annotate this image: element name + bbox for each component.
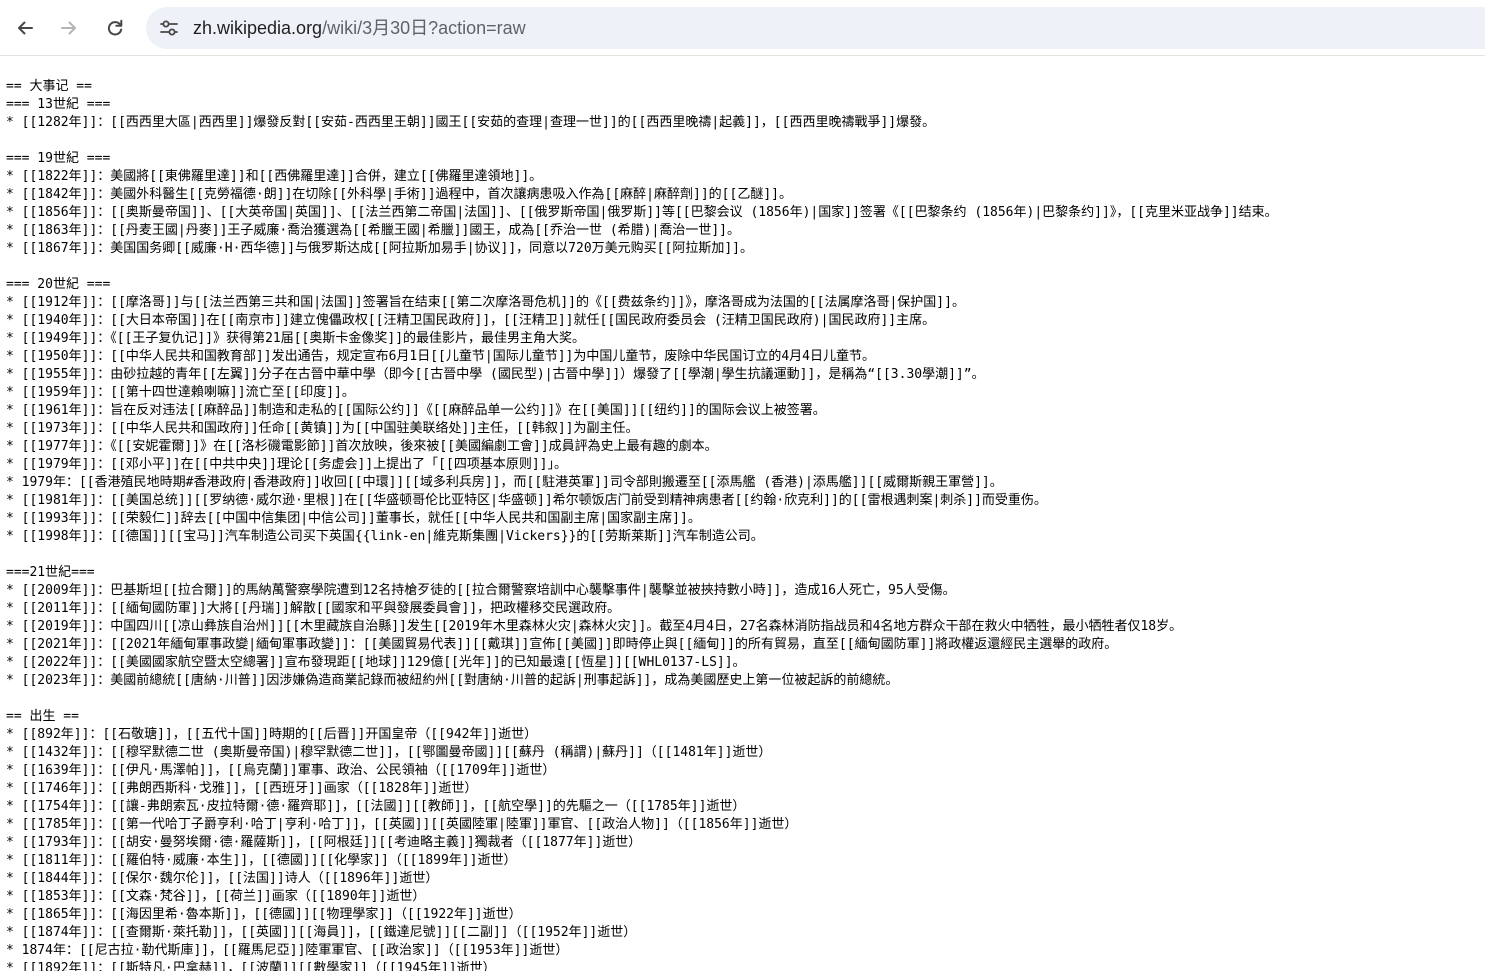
- wikitext-line: * [[1842年]]：美國外科醫生[[克勞福德·朗]]在切除[[外科學|手術]…: [6, 187, 792, 202]
- wikitext-line: === 20世紀 ===: [6, 277, 111, 292]
- wikitext-line: * [[1874年]]：[[查爾斯·萊托勒]]，[[英國]][[海員]]，[[鐵…: [6, 925, 637, 940]
- wikitext-line: * 1979年：[[香港殖民地時期#香港政府|香港政府]]收回[[中環]][[域…: [6, 475, 1003, 490]
- tune-icon[interactable]: [158, 18, 180, 38]
- wikitext-line: * 1874年：[[尼古拉·勒代斯庫]]，[[羅馬尼亞]]陸軍軍官、[[政治家]…: [6, 943, 569, 958]
- wikitext-line: * [[1853年]]：[[文森·梵谷]]，[[荷兰]]画家（[[1890年]]…: [6, 889, 426, 904]
- wikitext-line: * [[1793年]]：[[胡安·曼努埃爾·德·羅薩斯]]，[[阿根廷]][[考…: [6, 835, 642, 850]
- raw-wikitext: == 大事记 == === 13世紀 === * [[1282年]]：[[西西里大區…: [6, 78, 1485, 971]
- arrow-left-icon: [15, 18, 35, 38]
- reload-icon: [105, 18, 125, 38]
- forward-button[interactable]: [51, 8, 87, 48]
- address-bar[interactable]: zh.wikipedia.org/wiki/3月30日?action=raw: [146, 7, 1485, 49]
- wikitext-line: * [[2019年]]：中国四川[[凉山彝族自治州]][[木里藏族自治縣]]发生…: [6, 619, 1183, 634]
- wikitext-line: [6, 258, 1485, 276]
- url-host: zh.wikipedia.org: [193, 18, 323, 38]
- wikitext-line: * [[1892年]]：[[斯特凡·巴拿赫]]，[[波蘭]][[數學家]]（[[…: [6, 961, 496, 971]
- wikitext-line: [6, 690, 1485, 708]
- wikitext-line: * [[1746年]]：[[弗朗西斯科·戈雅]]，[[西班牙]]画家（[[182…: [6, 781, 478, 796]
- wikitext-line: * [[2022年]]：[[美國國家航空暨太空總署]]宣布發現距[[地球]]12…: [6, 655, 746, 670]
- wikitext-line: * [[1981年]]：[[美国总统]][[罗纳德·威尔逊·里根]]在[[华盛顿…: [6, 493, 1047, 508]
- wikitext-line: * [[2023年]]：美國前總統[[唐納·川普]]因涉嫌偽造商業記錄而被紐約州…: [6, 673, 899, 688]
- wikitext-line: * [[1865年]]：[[海因里希·魯本斯]]，[[德國]][[物理學家]]（…: [6, 907, 522, 922]
- wikitext-line: * [[1912年]]：[[摩洛哥]]与[[法兰西第三共和国|法国]]签署旨在结…: [6, 295, 965, 310]
- wikitext-line: === 19世紀 ===: [6, 151, 111, 166]
- reload-button[interactable]: [97, 8, 133, 48]
- wikitext-line: [6, 132, 1485, 150]
- wikitext-line: * [[1940年]]：[[大日本帝国]]在[[南京市]]建立傀儡政权[[汪精卫…: [6, 313, 936, 328]
- url-text[interactable]: zh.wikipedia.org/wiki/3月30日?action=raw: [193, 16, 526, 40]
- arrow-right-icon: [59, 18, 79, 38]
- url-path: /wiki/3月30日?action=raw: [322, 18, 526, 38]
- wikitext-line: * [[1822年]]：美國將[[東佛羅里達]]和[[西佛羅里達]]合併，建立[…: [6, 169, 543, 184]
- back-button[interactable]: [7, 8, 43, 48]
- wikitext-line: * [[1959年]]：[[第十四世達賴喇嘛]]流亡至[[印度]]。: [6, 385, 355, 400]
- wikitext-line: * [[2009年]]：巴基斯坦[[拉合爾]]的馬納萬警察學院遭到12名持槍歹徒…: [6, 583, 956, 598]
- raw-page-content: == 大事记 == === 13世紀 === * [[1282年]]：[[西西里大區…: [6, 78, 1485, 971]
- wikitext-line: ===21世紀===: [6, 565, 95, 580]
- wikitext-line: * [[1867年]]：美国国务卿[[威廉·H·西华德]]与俄罗斯达成[[阿拉斯…: [6, 241, 753, 256]
- wikitext-line: * [[1955年]]：由砂拉越的青年[[左翼]]分子在古晉中華中學（即今[[古…: [6, 367, 985, 382]
- wikitext-line: * [[1973年]]：[[中华人民共和国政府]]任命[[黄镇]]为[[中国驻美…: [6, 421, 639, 436]
- wikitext-line: * [[1977年]]：《[[安妮霍爾]]》在[[洛杉磯電影節]]首次放映，後來…: [6, 439, 718, 454]
- wikitext-line: [6, 546, 1485, 564]
- wikitext-line: * [[1754年]]：[[讓-弗朗索瓦·皮拉特爾·德·羅齊耶]]，[[法國]]…: [6, 799, 746, 814]
- wikitext-line: * [[1863年]]：[[丹麦王國|丹麥]]王子威廉·喬治獲選為[[希臘王國|…: [6, 223, 740, 238]
- wikitext-line: * [[1639年]]：[[伊凡·馬澤帕]]，[[烏克蘭]]軍事、政治、公民領袖…: [6, 763, 556, 778]
- wikitext-line: * [[1811年]]：[[羅伯特·威廉·本生]]，[[德國]][[化學家]]（…: [6, 853, 517, 868]
- wikitext-line: * [[1282年]]：[[西西里大區|西西里]]爆發反對[[安茹-西西里王朝]…: [6, 115, 936, 130]
- wikitext-line: * [[1949年]]：《[[王子复仇记]]》获得第21届[[奥斯卡金像奖]]的…: [6, 331, 586, 346]
- wikitext-line: * [[1785年]]：[[第一代哈丁子爵亨利·哈丁|亨利·哈丁]]，[[英國]…: [6, 817, 798, 832]
- browser-toolbar: zh.wikipedia.org/wiki/3月30日?action=raw: [0, 0, 1485, 56]
- wikitext-line: * [[1856年]]：[[奥斯曼帝国]]、[[大英帝国|英国]]、[[法兰西第…: [6, 205, 1278, 220]
- wikitext-line: * [[1961年]]：旨在反对违法[[麻醉品]]制造和走私的[[国际公约]]《…: [6, 403, 826, 418]
- wikitext-line: === 13世紀 ===: [6, 97, 111, 112]
- wikitext-line: == 大事记 ==: [6, 79, 92, 94]
- wikitext-line: * [[1432年]]：[[穆罕默德二世 (奥斯曼帝国)|穆罕默德二世]]，[[…: [6, 745, 772, 760]
- wikitext-line: * [[1979年]]：[[邓小平]]在[[中共中央]]理论[[务虚会]]上提出…: [6, 457, 567, 472]
- wikitext-line: * [[1844年]]：[[保尔·魏尔伦]]，[[法国]]诗人（[[1896年]…: [6, 871, 439, 886]
- wikitext-line: * [[1998年]]：[[德国]][[宝马]]汽车制造公司买下英国{{link…: [6, 529, 764, 544]
- wikitext-line: * [[2011年]]：[[緬甸國防軍]]大將[[丹瑞]]解散[[國家和平與發展…: [6, 601, 621, 616]
- wikitext-line: * [[1950年]]：[[中华人民共和国教育部]]发出通告，规定宣布6月1日[…: [6, 349, 876, 364]
- wikitext-line: * [[2021年]]：[[2021年緬甸軍事政變|緬甸軍事政變]]：[[美國貿…: [6, 637, 1118, 652]
- wikitext-line: * [[892年]]：[[石敬瑭]]，[[五代十国]]時期的[[后晋]]开国皇帝…: [6, 727, 538, 742]
- wikitext-line: * [[1993年]]：[[荣毅仁]]辞去[[中国中信集团|中信公司]]董事长，…: [6, 511, 701, 526]
- wikitext-line: == 出生 ==: [6, 709, 79, 724]
